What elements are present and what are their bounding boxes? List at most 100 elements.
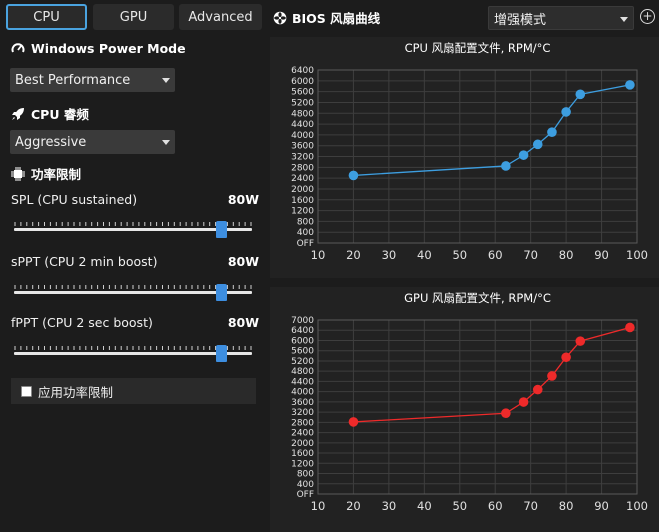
fan-mode-select[interactable]: 增强模式 <box>488 6 634 30</box>
x-tick-label: 90 <box>594 499 609 513</box>
y-tick-label: 1600 <box>291 449 314 459</box>
curve-point[interactable] <box>532 384 543 395</box>
curve-point[interactable] <box>501 408 511 419</box>
curve-point[interactable] <box>547 371 557 381</box>
gauge-icon <box>11 42 25 52</box>
x-tick-label: 90 <box>594 248 609 262</box>
x-tick-label: 80 <box>559 248 574 262</box>
y-tick-label: 2000 <box>291 185 314 195</box>
rocket-icon <box>12 107 24 120</box>
power-mode-select[interactable]: Best Performance <box>10 68 175 92</box>
x-tick-label: 10 <box>311 499 326 513</box>
chart-title: CPU 风扇配置文件, RPM/°C <box>405 41 551 55</box>
curve-point[interactable] <box>561 352 571 363</box>
curve-point[interactable] <box>625 322 635 333</box>
curve-point[interactable] <box>625 80 635 90</box>
curve-point[interactable] <box>575 336 586 346</box>
cpu-fan-chart[interactable]: CPU 风扇配置文件, RPM/°COFF4008001200160020002… <box>270 37 659 278</box>
y-tick-label: 2800 <box>291 418 314 428</box>
x-tick-label: 100 <box>626 248 648 262</box>
curve-point[interactable] <box>348 170 359 181</box>
y-tick-label: 4800 <box>291 367 314 377</box>
curve-point[interactable] <box>575 89 586 100</box>
y-tick-label: 4000 <box>291 388 314 398</box>
y-tick-label: 800 <box>297 470 314 480</box>
y-tick-label: 6400 <box>291 326 314 336</box>
gpu-fan-chart[interactable]: GPU 风扇配置文件, RPM/°COFF4008001200160020002… <box>270 287 659 532</box>
y-tick-label: 2800 <box>291 163 314 173</box>
y-tick-label: 6400 <box>291 66 314 76</box>
x-tick-label: 40 <box>417 499 432 513</box>
y-tick-label: 3200 <box>291 408 314 418</box>
y-tick-label: 7000 <box>291 316 314 326</box>
chevron-down-icon <box>162 78 170 83</box>
power-mode-value: Best Performance <box>15 72 131 88</box>
spl-label: SPL (CPU sustained) <box>11 192 138 207</box>
y-tick-label: 3600 <box>291 398 314 408</box>
y-tick-label: 400 <box>297 480 314 490</box>
plus-circle-icon[interactable]: + <box>640 9 655 24</box>
y-tick-label: 4400 <box>291 120 314 130</box>
apply-power-limits-label: 应用功率限制 <box>38 384 114 400</box>
y-tick-label: 3600 <box>291 142 314 152</box>
fppt-slider-thumb[interactable] <box>215 345 227 362</box>
x-tick-label: 50 <box>452 248 467 262</box>
y-tick-label: 6000 <box>291 77 314 87</box>
fppt-value: 80W <box>227 315 259 330</box>
y-tick-label: 6000 <box>291 336 314 346</box>
curve-point[interactable] <box>518 397 529 407</box>
y-tick-label: 4400 <box>291 377 314 387</box>
curve-point[interactable] <box>561 107 571 117</box>
curve-line <box>353 326 631 423</box>
tab-gpu[interactable]: GPU <box>93 4 174 30</box>
bios-fan-curve-label: BIOS 风扇曲线 <box>292 11 381 26</box>
curve-point[interactable] <box>547 127 557 137</box>
tab-advanced[interactable]: Advanced <box>179 4 262 30</box>
x-tick-label: 20 <box>346 499 361 513</box>
curve-point[interactable] <box>518 150 529 160</box>
y-tick-label: 2400 <box>291 429 314 439</box>
y-tick-label: 5600 <box>291 347 314 357</box>
plot-frame <box>317 319 638 495</box>
y-tick-label: 5600 <box>291 88 314 98</box>
y-tick-label: 5200 <box>291 98 314 108</box>
sppt-slider-thumb[interactable] <box>215 284 227 301</box>
y-tick-label: 1200 <box>291 207 314 217</box>
curve-line <box>353 84 631 177</box>
power-limits-label: 功率限制 <box>31 167 82 182</box>
power-limits-title: 功率限制 <box>11 164 81 183</box>
curve-point[interactable] <box>501 161 511 171</box>
gpu-fan-chart-panel: GPU 风扇配置文件, RPM/°C OFF 400 800 1200 1600 2000 2… <box>270 287 659 532</box>
chart-title: GPU 风扇配置文件, RPM/°C <box>404 291 551 305</box>
x-tick-label: 60 <box>488 499 503 513</box>
y-tick-label: 1600 <box>291 196 314 206</box>
sppt-value: 80W <box>227 254 259 269</box>
x-tick-label: 40 <box>417 248 432 262</box>
curve-point[interactable] <box>532 139 543 150</box>
chip-icon <box>11 166 25 181</box>
tab-cpu[interactable]: CPU <box>6 4 87 30</box>
x-tick-label: 60 <box>488 248 503 262</box>
x-tick-label: 30 <box>382 499 397 513</box>
y-tick-label: 3200 <box>291 153 314 163</box>
chevron-down-icon <box>620 17 628 22</box>
chevron-down-icon <box>162 140 170 145</box>
cpu-boost-value: Aggressive <box>15 134 87 150</box>
x-tick-label: 10 <box>311 248 326 262</box>
spl-slider-thumb[interactable] <box>215 221 227 238</box>
curve-point[interactable] <box>348 417 359 427</box>
x-tick-label: 30 <box>382 248 397 262</box>
y-tick-label: 2400 <box>291 174 314 184</box>
apply-power-limits-checkbox[interactable] <box>21 385 32 397</box>
fan-mode-value: 增强模式 <box>494 12 547 28</box>
y-tick-label: 400 <box>297 228 314 238</box>
x-tick-label: 70 <box>523 499 538 513</box>
cpu-boost-select[interactable]: Aggressive <box>10 130 175 154</box>
fppt-label: fPPT (CPU 2 sec boost) <box>11 315 153 330</box>
y-tick-label: 2000 <box>291 439 314 449</box>
cpu-fan-chart-panel: CPU 风扇配置文件, RPM/°C OFF 400 800 1200 1600 2000 2… <box>270 37 659 278</box>
apply-power-limits-row[interactable]: 应用功率限制 <box>11 378 256 404</box>
y-tick-label: 5200 <box>291 357 314 367</box>
spl-value: 80W <box>227 192 259 207</box>
cpu-boost-title: CPU 睿频 <box>11 104 89 123</box>
